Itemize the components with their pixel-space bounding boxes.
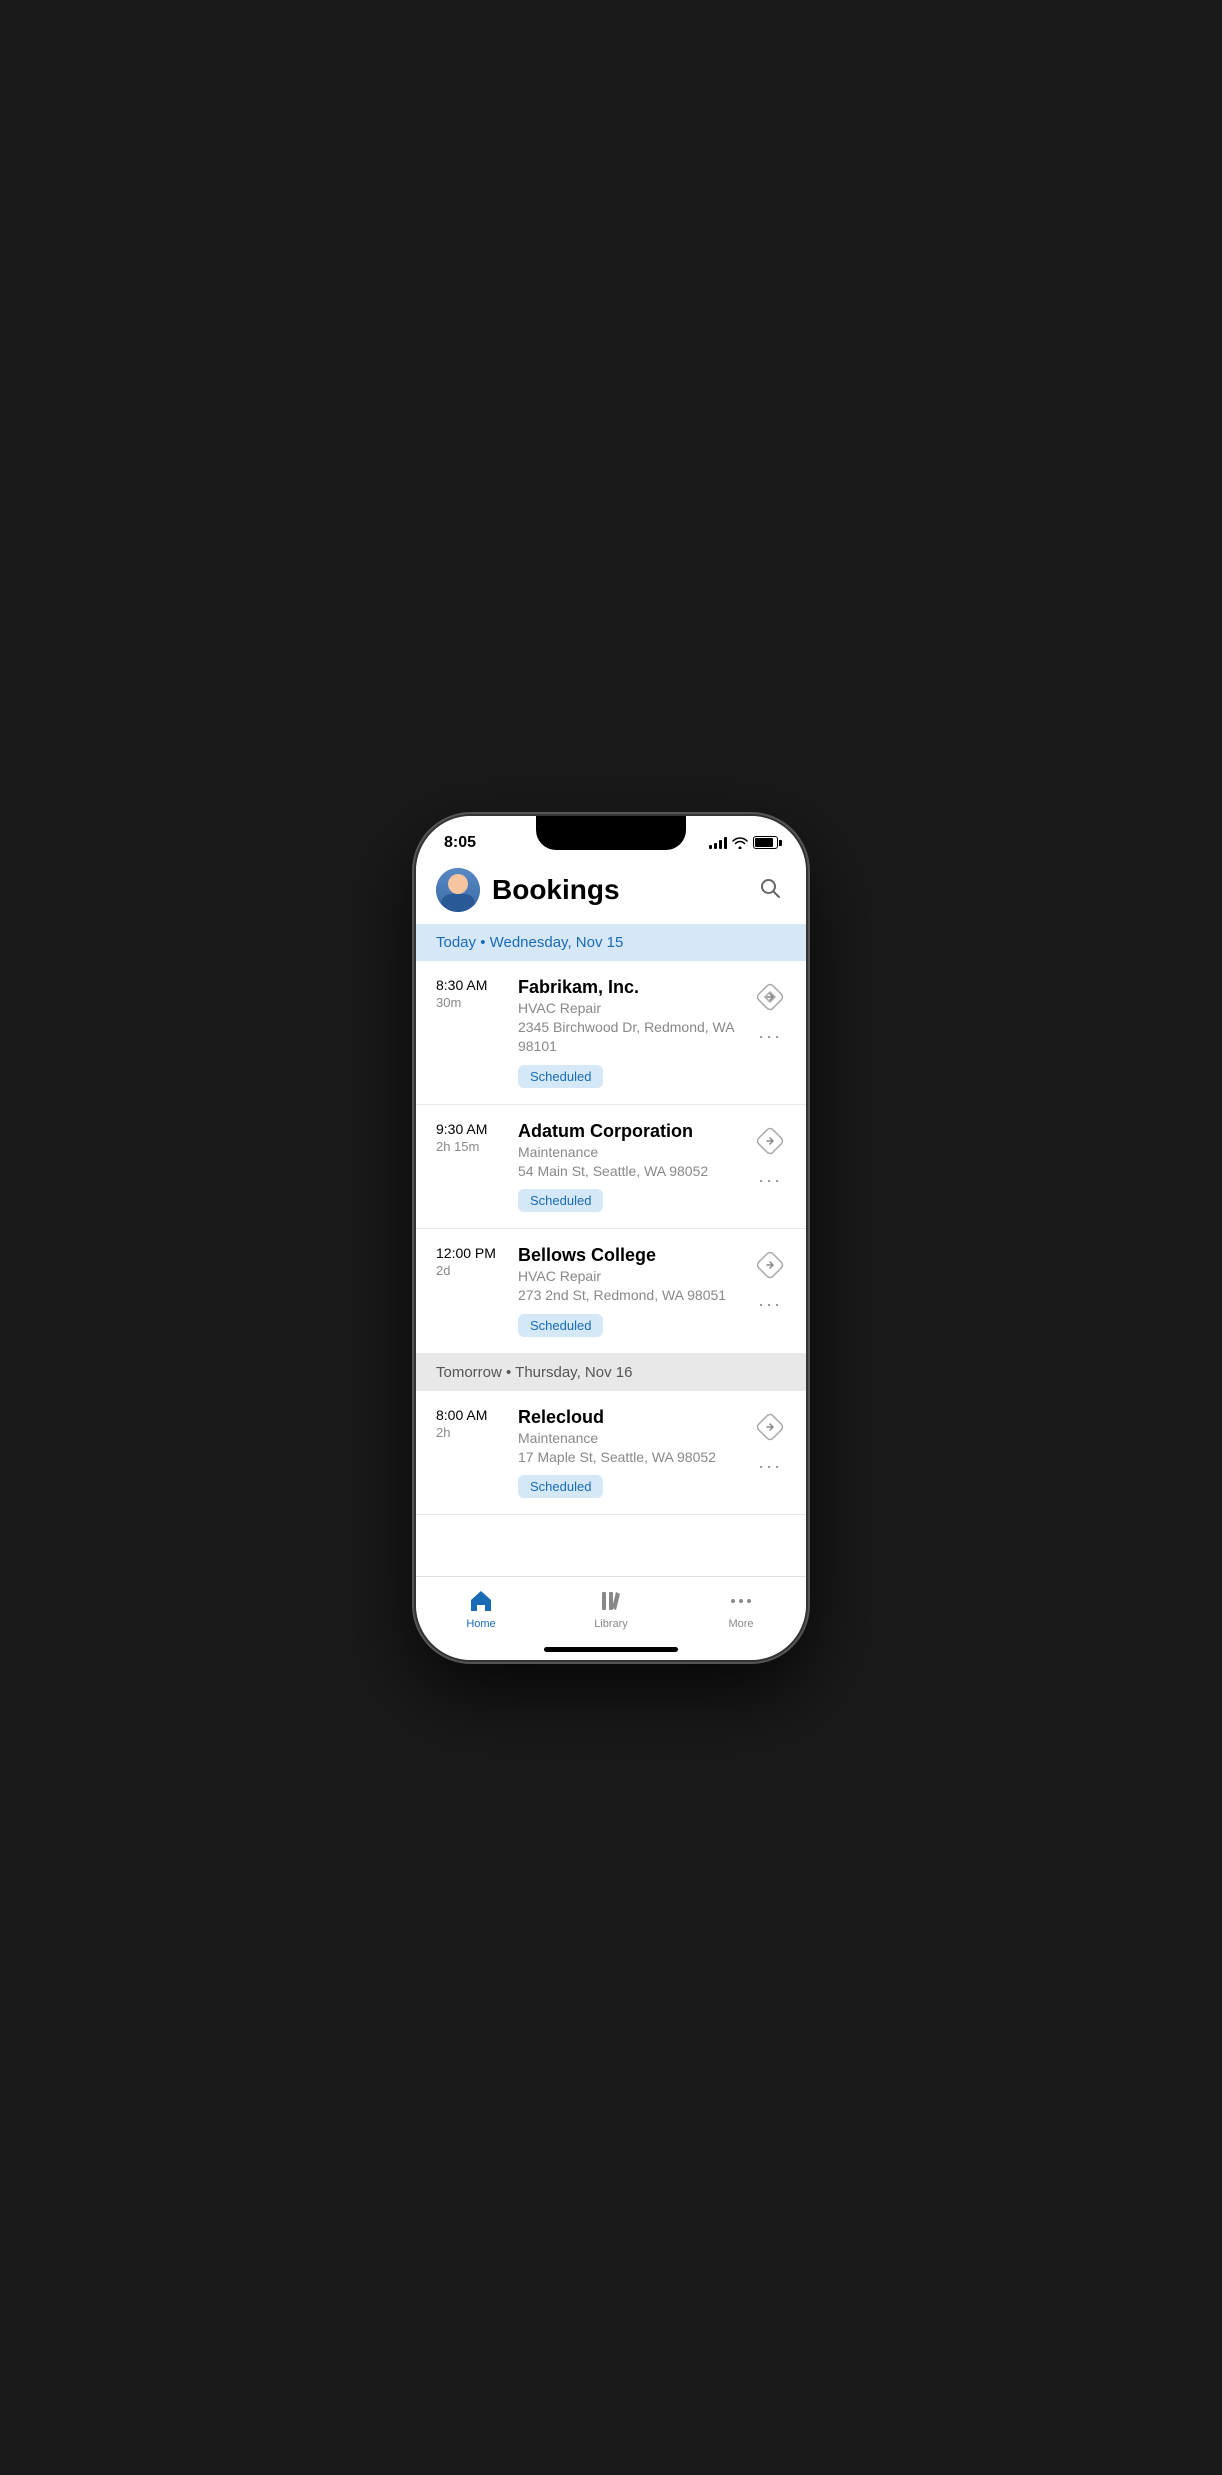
navigate-button-4[interactable] [754,1411,786,1443]
ellipsis-icon: ··· [758,1295,782,1313]
more-button-3[interactable]: ··· [756,1293,784,1315]
navigation-icon [756,1127,784,1155]
navigate-button-1[interactable] [754,981,786,1013]
section-header-today: Today • Wednesday, Nov 15 [416,924,806,961]
status-time: 8:05 [444,834,476,852]
ellipsis-icon: ··· [758,1457,782,1475]
booking-actions-2: ··· [754,1121,786,1191]
battery-icon [753,836,778,849]
phone-screen: 8:05 [416,816,806,1660]
status-badge-2: Scheduled [518,1189,603,1212]
navigation-icon [756,1251,784,1279]
ellipsis-icon: ··· [758,1171,782,1189]
navigation-icon [756,1413,784,1441]
more-button-1[interactable]: ··· [756,1025,784,1047]
tab-more[interactable]: More [676,1587,806,1630]
navigation-icon [756,983,784,1011]
tab-library[interactable]: Library [546,1587,676,1630]
booking-time-1: 8:30 AM 30m [436,977,506,1010]
tab-home[interactable]: Home [416,1587,546,1630]
home-indicator [544,1647,678,1652]
status-badge-4: Scheduled [518,1475,603,1498]
booking-item-1: 8:30 AM 30m Fabrikam, Inc. HVAC Repair 2… [416,961,806,1105]
search-button[interactable] [754,872,786,907]
search-icon [758,876,782,900]
signal-icon [709,837,727,849]
wifi-icon [732,837,748,849]
more-button-4[interactable]: ··· [756,1455,784,1477]
phone-frame: 8:05 [416,816,806,1660]
header-left: Bookings [436,868,620,912]
content-area: Today • Wednesday, Nov 15 8:30 AM 30m Fa… [416,924,806,1576]
booking-item-3: 12:00 PM 2d Bellows College HVAC Repair … [416,1229,806,1354]
tab-library-label: Library [594,1618,628,1630]
booking-actions-3: ··· [754,1245,786,1315]
booking-details-1: Fabrikam, Inc. HVAC Repair 2345 Birchwoo… [518,977,742,1088]
section-header-tomorrow: Tomorrow • Thursday, Nov 16 [416,1354,806,1391]
notch [536,816,686,850]
app-title: Bookings [492,874,620,906]
booking-details-2: Adatum Corporation Maintenance 54 Main S… [518,1121,742,1213]
booking-time-3: 12:00 PM 2d [436,1245,506,1278]
status-icons [709,836,778,849]
more-button-2[interactable]: ··· [756,1169,784,1191]
avatar[interactable] [436,868,480,912]
booking-item-2: 9:30 AM 2h 15m Adatum Corporation Mainte… [416,1105,806,1230]
home-icon [467,1587,495,1615]
booking-actions-4: ··· [754,1407,786,1477]
tab-more-label: More [728,1618,753,1630]
navigate-button-2[interactable] [754,1125,786,1157]
ellipsis-icon: ··· [758,1027,782,1045]
status-badge-3: Scheduled [518,1314,603,1337]
navigate-button-3[interactable] [754,1249,786,1281]
status-badge-1: Scheduled [518,1065,603,1088]
booking-item-4: 8:00 AM 2h Relecloud Maintenance 17 Mapl… [416,1391,806,1516]
booking-details-3: Bellows College HVAC Repair 273 2nd St, … [518,1245,742,1337]
app-header: Bookings [416,860,806,924]
booking-time-4: 8:00 AM 2h [436,1407,506,1440]
booking-time-2: 9:30 AM 2h 15m [436,1121,506,1154]
tab-home-label: Home [466,1618,495,1630]
booking-actions-1: ··· [754,977,786,1047]
more-icon [727,1587,755,1615]
library-icon [597,1587,625,1615]
booking-details-4: Relecloud Maintenance 17 Maple St, Seatt… [518,1407,742,1499]
